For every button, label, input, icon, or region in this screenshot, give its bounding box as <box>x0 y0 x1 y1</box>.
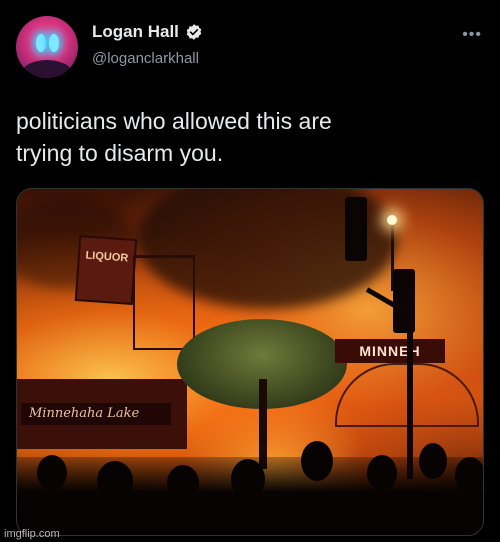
avatar-eye-glow-right <box>49 34 59 52</box>
crowd-head <box>367 455 397 491</box>
sign-scaffold <box>133 255 195 350</box>
tweet-text-line-1: politicians who allowed this are <box>16 108 332 134</box>
crowd-head <box>37 455 67 491</box>
tweet-card: Logan Hall @loganclarkhall ••• politicia… <box>0 0 500 542</box>
street-lamp <box>387 215 397 225</box>
tree-trunk <box>259 379 267 469</box>
avatar[interactable] <box>16 16 78 78</box>
imgflip-watermark: imgflip.com <box>4 528 60 540</box>
author-handle[interactable]: @loganclarkhall <box>92 50 199 67</box>
more-options-icon[interactable]: ••• <box>462 26 482 44</box>
verified-badge-icon <box>186 24 202 40</box>
avatar-shoulders <box>22 60 72 78</box>
minneh-sign: MINNEH <box>335 339 445 363</box>
crowd-head <box>167 465 199 501</box>
crowd-head <box>97 461 133 501</box>
author-name-row: Logan Hall <box>92 22 203 42</box>
traffic-pole <box>407 289 413 479</box>
avatar-eye-glow-left <box>36 34 46 52</box>
liquor-sign: LIQUOR <box>74 235 138 305</box>
crowd-head <box>455 457 483 493</box>
tweet-text: politicians who allowed this are trying … <box>16 105 486 169</box>
traffic-light <box>345 197 367 261</box>
tweet-media-image[interactable]: LIQUOR Minnehaha Lake MINNEH <box>16 188 484 536</box>
lake-sign: Minnehaha Lake <box>21 403 171 425</box>
crowd-head <box>231 459 265 499</box>
author-display-name[interactable]: Logan Hall <box>92 22 179 42</box>
tweet-text-line-2: trying to disarm you. <box>16 140 224 166</box>
crowd-head <box>301 441 333 481</box>
crowd-head <box>419 443 447 479</box>
